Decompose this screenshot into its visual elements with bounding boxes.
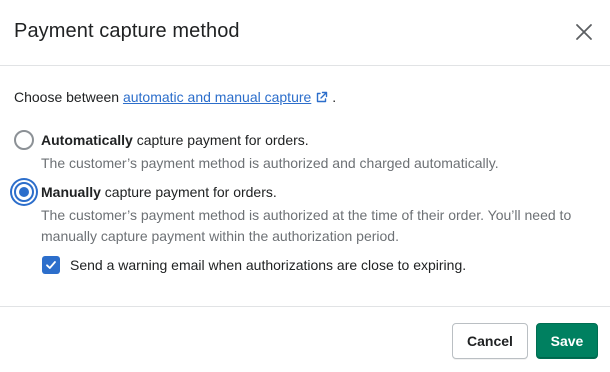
radio-manual-capture[interactable]: Manually capture payment for orders.: [14, 182, 277, 202]
warning-email-checkbox-row[interactable]: Send a warning email when authorizations…: [42, 256, 466, 274]
dialog-header: Payment capture method: [0, 0, 610, 66]
intro-text: Choose between automatic and manual capt…: [14, 89, 336, 107]
manual-help-text: The customer’s payment method is authori…: [41, 207, 572, 244]
dialog-body: Choose between automatic and manual capt…: [0, 67, 610, 306]
close-icon: [576, 24, 592, 40]
radio-manual-rest: capture payment for orders.: [100, 184, 277, 200]
cancel-button[interactable]: Cancel: [452, 323, 528, 359]
dialog-footer: Cancel Save: [0, 306, 610, 372]
radio-manual-label: Manually capture payment for orders.: [41, 184, 277, 200]
close-button[interactable]: [566, 14, 602, 50]
radio-automatic-button[interactable]: [14, 130, 34, 150]
capture-docs-link[interactable]: automatic and manual capture: [123, 89, 328, 105]
checkmark-icon: [46, 261, 56, 269]
radio-automatic-rest: capture payment for orders.: [132, 132, 309, 148]
warning-email-label: Send a warning email when authorizations…: [70, 257, 467, 273]
radio-manual-bold: Manually: [41, 184, 101, 200]
radio-automatic-bold: Automatically: [41, 132, 133, 148]
radio-automatic-label: Automatically capture payment for orders…: [41, 132, 309, 148]
dialog-title: Payment capture method: [14, 20, 240, 42]
radio-manual-button[interactable]: [14, 182, 34, 202]
external-link-icon: [315, 91, 328, 107]
radio-automatic-capture[interactable]: Automatically capture payment for orders…: [14, 130, 309, 150]
warning-email-checkbox[interactable]: [42, 256, 60, 274]
intro-prefix: Choose between: [14, 89, 123, 105]
payment-capture-dialog: Payment capture method Choose between au…: [0, 0, 610, 372]
intro-suffix: .: [328, 89, 337, 105]
save-button[interactable]: Save: [536, 323, 598, 359]
automatic-help-text: The customer’s payment method is authori…: [41, 155, 499, 171]
capture-docs-link-text: automatic and manual capture: [122, 89, 312, 105]
